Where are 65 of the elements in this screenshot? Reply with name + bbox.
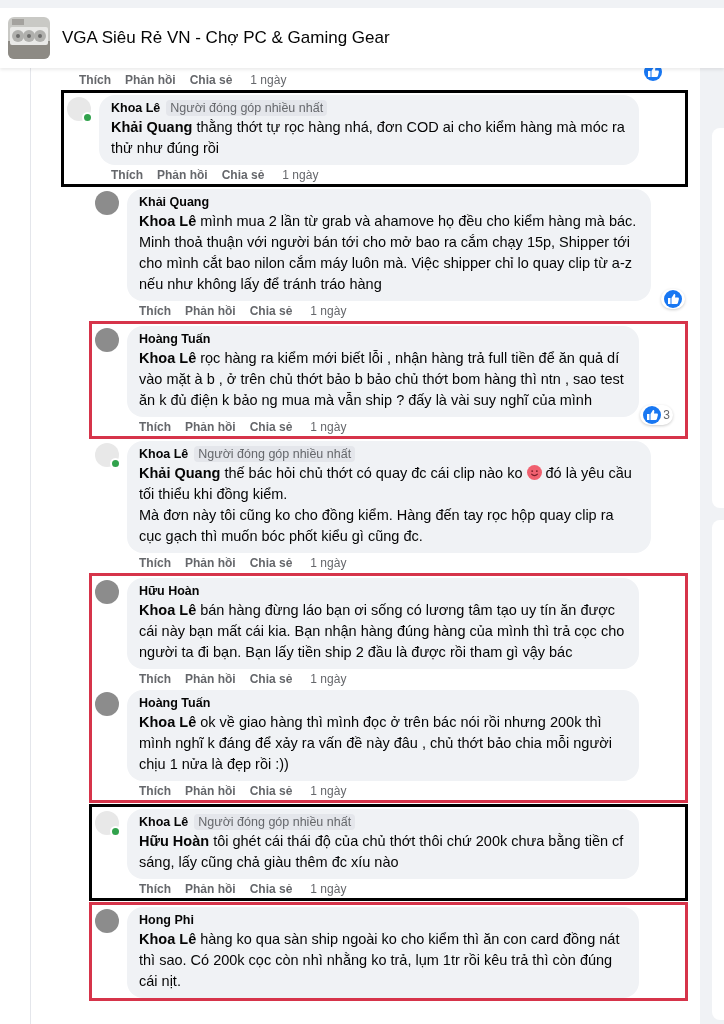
commenter-name[interactable]: Khoa Lê: [139, 814, 189, 830]
comment-time: 1 ngày: [310, 671, 347, 687]
comment-text: Khải Quang thằng thớt tự rọc hàng nhá, đơn COD ai cho kiểm hàng mà móc ra thử như đúng rồi: [111, 118, 626, 158]
commenter-name[interactable]: Khoa Lê: [139, 446, 189, 462]
reaction-count[interactable]: 3: [640, 405, 673, 425]
like-reaction-icon: [664, 290, 682, 308]
reply-link[interactable]: Phản hồi: [185, 419, 236, 435]
user-avatar[interactable]: [95, 443, 119, 467]
like-reaction-icon: [643, 406, 662, 424]
share-link[interactable]: Chia sẻ: [249, 303, 293, 319]
comment-text: Khải Quang thế bác hỏi chủ thớt có quay đc cái clip nào ko đó là yêu cầu tối thiểu khi đồng kiểm. Mà đơn này tôi cũng ko cho đồng kiểm. Hàng đến tay rọc hộp quay clip ra cục gạch thì muốn bóc phốt kiểu gì cũng đc.: [139, 464, 633, 546]
user-avatar[interactable]: [95, 909, 119, 933]
comment-text: Khoa Lê bán hàng đừng láo bạn ơi sống có lương tâm tạo uy tín ăn được cái này bạn mất cái kia. Bạn nhận hàng đúng hàng của mình thì trả cọc cho người ta đi bạn. Bạn lấy tiền ship 2 đầu là được rồi tham gì vậy bác: [139, 601, 626, 662]
reply-link[interactable]: Phản hồi: [125, 72, 176, 88]
contributor-badge: Người đóng góp nhiều nhất: [166, 100, 328, 116]
commenter-name[interactable]: Hong Phi: [139, 912, 194, 928]
reply-link[interactable]: Phản hồi: [185, 303, 236, 319]
reply-link[interactable]: Phản hồi: [185, 881, 236, 897]
user-avatar[interactable]: [95, 811, 119, 835]
reply-link[interactable]: Phản hồi: [157, 167, 208, 183]
comment-text: Khoa Lê hàng ko qua sàn ship ngoài ko cho kiểm thì ăn con card đồng nát thì sao. Có 200k cọc còn nhì nhằng ko trả, lụm 1tr rồi kêu trả thì còn đúng cái nịt.: [139, 930, 621, 991]
reply-link[interactable]: Phản hồi: [185, 671, 236, 687]
comment-text: Khoa Lê ok về giao hàng thì mình đọc ở trên bác nói rồi nhưng 200k thì mình nghĩ k đáng để xảy ra vấn đề này đâu , chủ thớt bảo chia mỗi người chịu 1 nửa là đẹp rồi :)): [139, 713, 613, 774]
share-link[interactable]: Chia sẻ: [249, 419, 293, 435]
comment-text: Khoa Lê mình mua 2 lần từ grab và ahamove họ đều cho kiểm hàng mà bác. Minh thoả thuận với người bán tới cho mở bao ra cắm chạy 15p, Shipper tới cho mình cắt bao nilon cắm máy luôn mà. Việc shipper chỉ lo quay clip từ a-z nếu như không lấy để tránh tráo hàng: [139, 212, 638, 294]
share-link[interactable]: Chia sẻ: [249, 671, 293, 687]
user-avatar[interactable]: [95, 580, 119, 604]
commenter-name[interactable]: Hoàng Tuấn: [139, 331, 211, 347]
group-title[interactable]: VGA Siêu Rẻ VN - Chợ PC & Gaming Gear: [62, 28, 390, 48]
reaction-count[interactable]: [661, 289, 685, 309]
like-link[interactable]: Thích: [139, 671, 171, 687]
share-link[interactable]: Chia sẻ: [221, 167, 265, 183]
comment-text: Khoa Lê rọc hàng ra kiểm mới biết lỗi , nhận hàng trả full tiền để ăn quả dí vào mặt à b , ở trên chủ thớt bảo b bảo chủ thớt bom hàng thì ntn , sao test ăn k đủ điện k bảo ng mua mà vẫn ship ? đấy là vài suy nghĩ của mình: [139, 349, 625, 410]
user-avatar[interactable]: [95, 328, 119, 352]
comment-time: 1 ngày: [310, 419, 347, 435]
commenter-name[interactable]: Khoa Lê: [111, 100, 161, 116]
share-link[interactable]: Chia sẻ: [249, 783, 293, 799]
reply-link[interactable]: Phản hồi: [185, 555, 236, 571]
commenter-name[interactable]: Hoàng Tuấn: [139, 695, 211, 711]
like-count: 3: [663, 408, 670, 422]
commenter-name[interactable]: Hữu Hoàn: [139, 583, 200, 599]
like-link[interactable]: Thích: [139, 783, 171, 799]
comment-time: 1 ngày: [310, 881, 347, 897]
like-link[interactable]: Thích: [139, 303, 171, 319]
like-link[interactable]: Thích: [139, 555, 171, 571]
contributor-badge: Người đóng góp nhiều nhất: [194, 446, 356, 462]
comment-time: 1 ngày: [310, 783, 347, 799]
share-link[interactable]: Chia sẻ: [189, 72, 233, 88]
like-link[interactable]: Thích: [111, 167, 143, 183]
comment-time: 1 ngày: [250, 72, 287, 88]
like-link[interactable]: Thích: [139, 881, 171, 897]
comment-time: 1 ngày: [282, 167, 319, 183]
commenter-name[interactable]: Khải Quang: [139, 194, 210, 210]
comment-text: Hữu Hoàn tôi ghét cái thái độ của chủ thớt thôi chứ 200k chưa bằng tiền cf sáng, lấy cũng chả giàu thêm đc xíu nào: [139, 832, 625, 872]
user-avatar[interactable]: [67, 97, 91, 121]
share-link[interactable]: Chia sẻ: [249, 555, 293, 571]
reply-link[interactable]: Phản hồi: [185, 783, 236, 799]
user-avatar[interactable]: [95, 191, 119, 215]
user-avatar[interactable]: [95, 692, 119, 716]
share-link[interactable]: Chia sẻ: [249, 881, 293, 897]
like-link[interactable]: Thích: [139, 419, 171, 435]
comment-time: 1 ngày: [310, 555, 347, 571]
comment-time: 1 ngày: [310, 303, 347, 319]
contributor-badge: Người đóng góp nhiều nhất: [194, 814, 356, 830]
like-link[interactable]: Thích: [79, 72, 111, 88]
